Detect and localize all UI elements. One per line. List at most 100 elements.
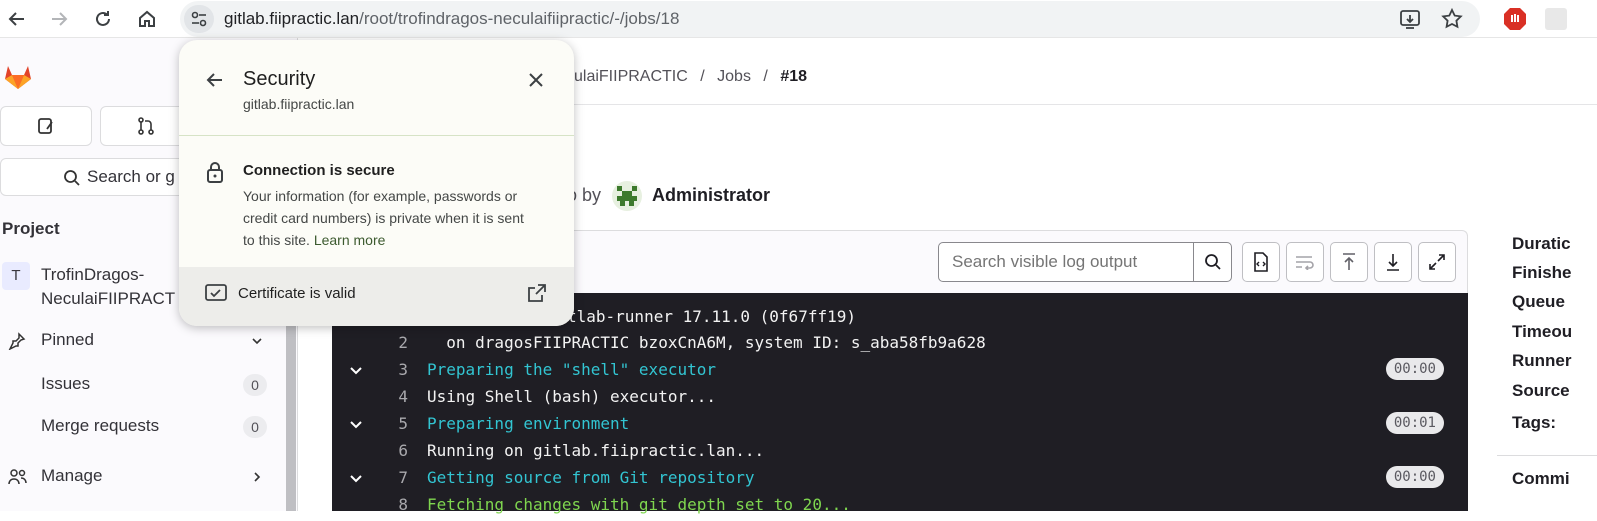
- runner-label: Runner: [1512, 351, 1572, 370]
- user-avatar[interactable]: [612, 181, 642, 211]
- external-link-icon: [528, 284, 546, 302]
- sidebar-item-manage[interactable]: Manage: [0, 466, 280, 492]
- scroll-to-bottom-button[interactable]: [1374, 242, 1412, 282]
- log-line-number: 4: [398, 387, 408, 406]
- log-line-text: Running on gitlab.fiipractic.lan...: [427, 441, 765, 460]
- search-icon: [1204, 254, 1221, 270]
- back-icon[interactable]: [2, 4, 32, 34]
- install-app-icon[interactable]: [1398, 7, 1422, 36]
- scroll-down-icon: [1387, 254, 1399, 271]
- back-arrow-icon[interactable]: [205, 70, 225, 95]
- chevron-down-icon[interactable]: [348, 471, 364, 487]
- breadcrumb-separator: /: [700, 68, 705, 85]
- lock-icon: [205, 160, 225, 189]
- log-line-text: Fetching changes with git depth set to 2…: [427, 495, 851, 514]
- project-heading: Project: [2, 219, 60, 238]
- learn-more-link[interactable]: Learn more: [314, 232, 386, 248]
- chevron-right-icon: [254, 472, 261, 482]
- log-line-text: Using Shell (bash) executor...: [427, 387, 716, 406]
- project-link[interactable]: TrofinDragos- NeculaiFIIPRACT: [41, 263, 175, 311]
- url-path: /root/trofindragos-neculaifiipractic/-/j…: [359, 9, 680, 28]
- log-section-title: Getting source from Git repository: [427, 468, 755, 487]
- bookmark-star-icon[interactable]: [1440, 7, 1464, 36]
- maximize-icon: [1429, 254, 1445, 270]
- log-section-duration: 00:00: [1385, 466, 1444, 488]
- duration-label: Duratic: [1512, 234, 1571, 253]
- log-line: 2 on dragosFIIPRACTIC bzoxCnA6M, system …: [332, 333, 1468, 359]
- breadcrumb-current-job: #18: [780, 68, 808, 85]
- gitlab-logo-icon[interactable]: [2, 60, 34, 97]
- reload-icon[interactable]: [88, 4, 118, 34]
- document-code-icon: [1254, 252, 1268, 272]
- site-security-popup: Security gitlab.fiipractic.lan Connectio…: [179, 40, 574, 326]
- raw-log-button[interactable]: [1242, 242, 1280, 282]
- users-icon: [8, 469, 27, 485]
- tags-label: Tags:: [1512, 413, 1557, 432]
- sidebar-item-pinned[interactable]: Pinned: [0, 330, 280, 358]
- commit-label: Commi: [1512, 469, 1570, 488]
- browser-toolbar: gitlab.fiipractic.lan/root/trofindragos-…: [0, 0, 1597, 38]
- issues-label: Issues: [41, 374, 91, 393]
- log-section-title: Preparing the "shell" executor: [427, 360, 716, 379]
- chevron-down-icon[interactable]: [348, 363, 364, 379]
- todo-icon: [38, 118, 53, 134]
- user-name-link[interactable]: Administrator: [652, 185, 770, 206]
- meta-divider: [1497, 455, 1597, 456]
- breadcrumb-jobs[interactable]: Jobs: [717, 68, 751, 85]
- log-line: 4 Using Shell (bash) executor...: [332, 387, 1468, 413]
- log-line-number: 8: [398, 495, 408, 514]
- connection-desc-line: to this site.: [243, 232, 310, 248]
- log-section-header[interactable]: 5 Preparing environment 00:01: [332, 412, 1468, 440]
- address-bar[interactable]: gitlab.fiipractic.lan/root/trofindragos-…: [180, 1, 1480, 37]
- log-line: 8 Fetching changes with git depth set to…: [332, 495, 1468, 521]
- profile-avatar[interactable]: [1545, 8, 1567, 30]
- project-name-line1: TrofinDragos-: [41, 265, 145, 284]
- connection-desc-line: credit card numbers) is private when it …: [243, 210, 524, 226]
- forward-icon[interactable]: [44, 4, 74, 34]
- close-icon[interactable]: [527, 71, 545, 94]
- search-label: Search or g: [87, 167, 175, 186]
- sidebar-item-issues[interactable]: Issues 0: [0, 374, 280, 400]
- issues-shortcut-button[interactable]: [0, 106, 92, 146]
- url-host: gitlab.fiipractic.lan: [224, 9, 360, 28]
- home-icon[interactable]: [132, 4, 162, 34]
- chevron-down-icon[interactable]: [348, 417, 364, 433]
- popup-host: gitlab.fiipractic.lan: [243, 96, 355, 112]
- log-line-number: 7: [398, 468, 408, 487]
- log-line-number: 2: [398, 333, 408, 352]
- project-name-line2: NeculaiFIIPRACT: [41, 289, 176, 308]
- log-search-field[interactable]: [939, 243, 1193, 281]
- pin-icon: [8, 332, 26, 350]
- wrap-lines-button[interactable]: [1286, 242, 1324, 282]
- certificate-row[interactable]: Certificate is valid: [179, 267, 574, 326]
- connection-status-title: Connection is secure: [243, 162, 395, 179]
- log-line-number: 6: [398, 441, 408, 460]
- breadcrumb-project[interactable]: ulaiFIIPRACTIC: [574, 68, 688, 85]
- log-line-number: 5: [398, 414, 408, 433]
- connection-description: Your information (for example, passwords…: [243, 185, 553, 251]
- log-section-header[interactable]: 3 Preparing the "shell" executor 00:00: [332, 358, 1468, 386]
- log-line-text: tlab-runner 17.11.0 (0f67ff19): [567, 307, 856, 326]
- project-avatar: T: [2, 262, 30, 290]
- breadcrumb-separator: /: [763, 68, 768, 85]
- source-label: Source: [1512, 381, 1570, 400]
- log-section-duration: 00:01: [1385, 412, 1444, 434]
- popup-title: Security: [243, 68, 316, 90]
- url-text[interactable]: gitlab.fiipractic.lan/root/trofindragos-…: [224, 9, 679, 29]
- fullscreen-button[interactable]: [1418, 242, 1456, 282]
- scroll-to-top-button[interactable]: [1330, 242, 1368, 282]
- sidebar-item-merge-requests[interactable]: Merge requests 0: [0, 416, 280, 442]
- wrap-text-icon: [1296, 256, 1314, 270]
- log-line-number: 3: [398, 360, 408, 379]
- log-search-input[interactable]: [938, 242, 1194, 282]
- extension-stop-icon[interactable]: [1502, 6, 1528, 37]
- log-section-header[interactable]: 7 Getting source from Git repository 00:…: [332, 466, 1468, 494]
- merge-requests-count-badge: 0: [243, 416, 267, 438]
- breadcrumb: ulaiFIIPRACTIC / Jobs / #18: [574, 68, 807, 86]
- log-section-duration: 00:00: [1385, 358, 1444, 380]
- manage-label: Manage: [41, 466, 103, 485]
- log-search-button[interactable]: [1193, 242, 1232, 282]
- site-info-icon[interactable]: [184, 5, 214, 33]
- certificate-icon: [205, 284, 227, 301]
- log-line-text: on dragosFIIPRACTIC bzoxCnA6M, system ID…: [427, 333, 986, 352]
